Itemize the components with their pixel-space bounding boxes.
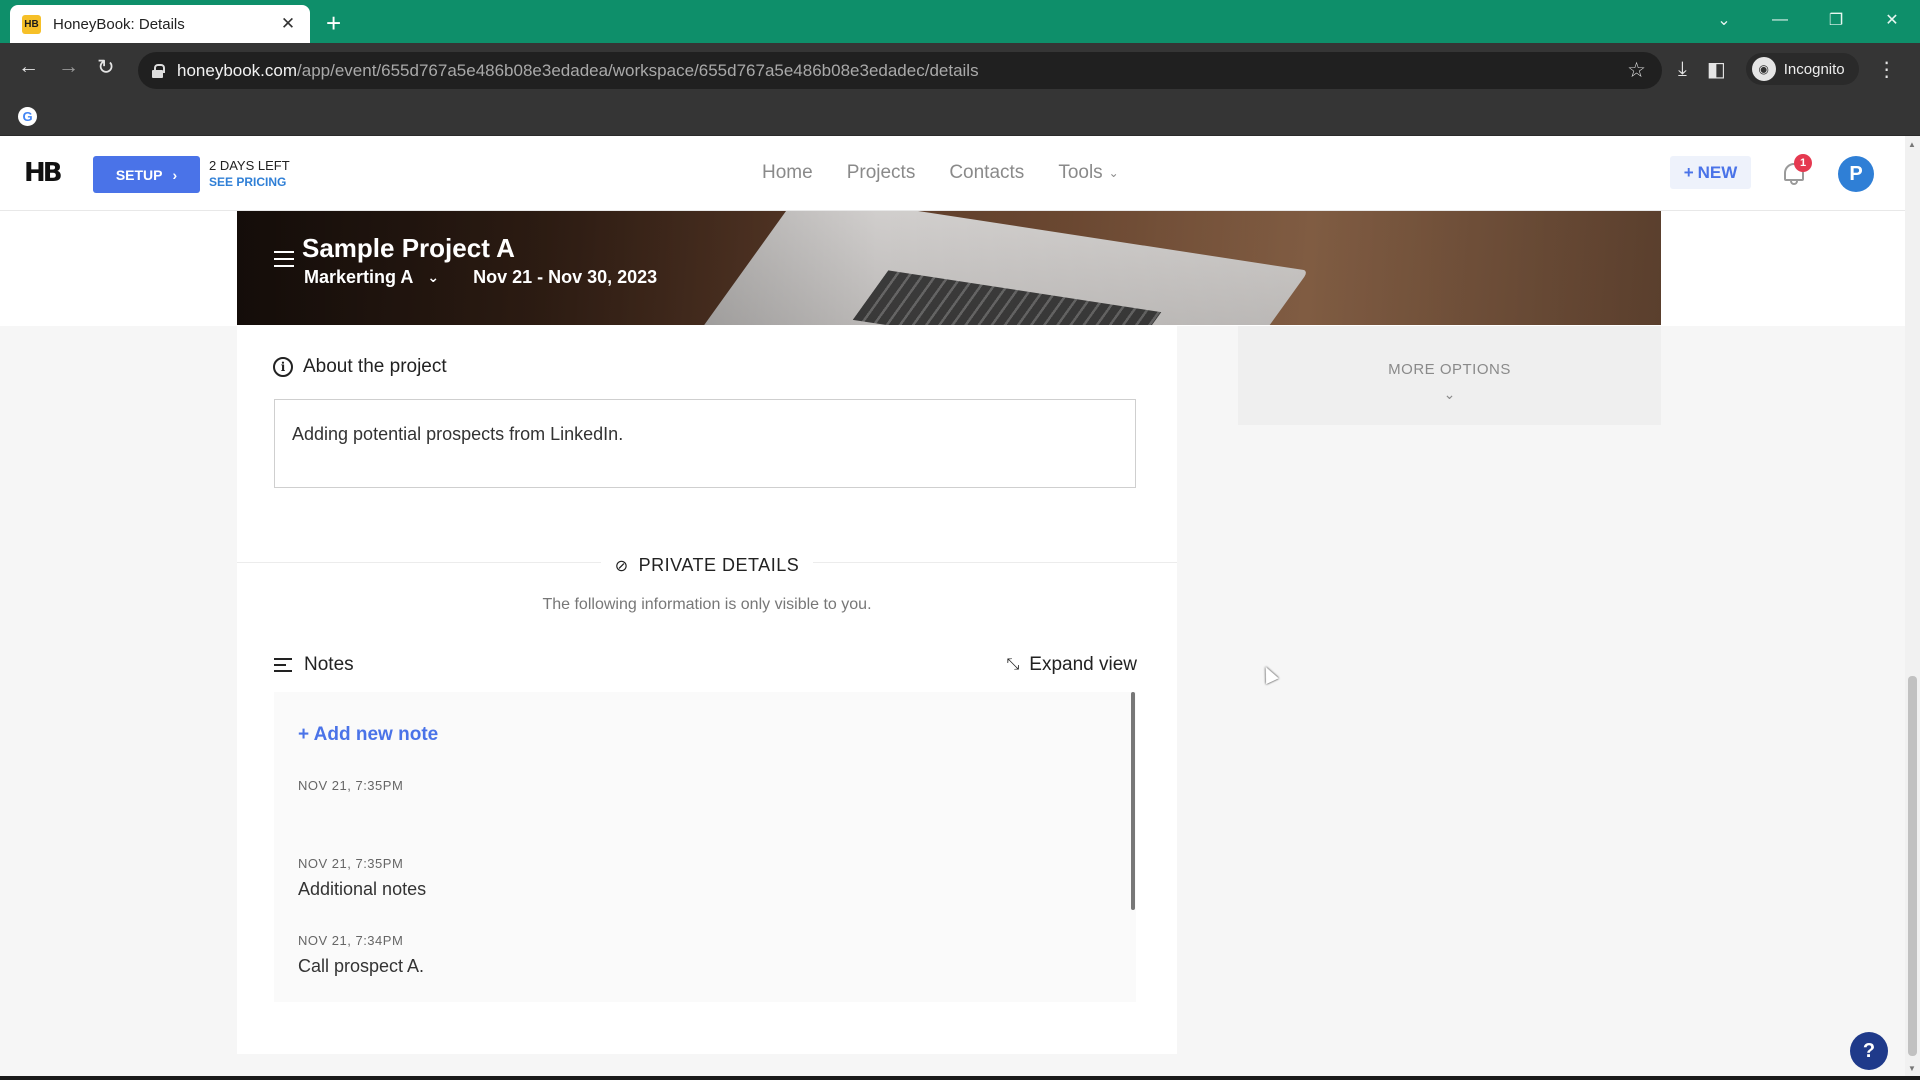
project-dates[interactable]: Nov 21 - Nov 30, 2023 bbox=[473, 267, 657, 288]
restore-icon[interactable]: ❐ bbox=[1808, 10, 1864, 30]
expand-view-label: Expand view bbox=[1029, 654, 1137, 675]
chevron-down-icon: ⌄ bbox=[1443, 386, 1456, 402]
private-details-heading: ⊘ PRIVATE DETAILS bbox=[237, 555, 1177, 576]
chevron-right-icon: › bbox=[172, 166, 178, 183]
trial-info: 2 DAYS LEFT SEE PRICING bbox=[209, 158, 290, 190]
url-text: honeybook.com/app/event/655d767a5e486b08… bbox=[177, 60, 979, 80]
bookmark-star-icon[interactable]: ☆ bbox=[1627, 58, 1646, 83]
notification-badge: 1 bbox=[1794, 154, 1812, 172]
new-button[interactable]: + NEW bbox=[1670, 156, 1751, 189]
notes-scrollbar[interactable] bbox=[1131, 692, 1135, 910]
forward-icon[interactable]: → bbox=[58, 55, 79, 79]
app-header: HB SETUP › 2 DAYS LEFT SEE PRICING Home … bbox=[0, 136, 1905, 211]
setup-label: SETUP bbox=[115, 166, 163, 183]
more-options-label: MORE OPTIONS bbox=[1388, 361, 1511, 378]
main-nav: Home Projects Contacts Tools ⌄ bbox=[762, 162, 1119, 184]
new-tab-icon[interactable]: + bbox=[326, 8, 341, 39]
trial-days-left: 2 DAYS LEFT bbox=[209, 158, 290, 173]
google-bookmark-icon[interactable]: G bbox=[18, 107, 37, 126]
browser-tab[interactable]: HB HoneyBook: Details ✕ bbox=[10, 5, 310, 43]
expand-view-button[interactable]: ⤡ Expand view bbox=[1006, 654, 1137, 676]
lock-icon[interactable] bbox=[152, 63, 165, 78]
setup-button[interactable]: SETUP › bbox=[93, 156, 200, 193]
page-scrollbar-thumb[interactable] bbox=[1908, 676, 1917, 1056]
download-icon[interactable]: ⤓ bbox=[1678, 58, 1687, 81]
side-panel-icon[interactable]: ◧ bbox=[1707, 57, 1726, 82]
nav-tools[interactable]: Tools ⌄ bbox=[1058, 162, 1118, 184]
incognito-chip[interactable]: ◉ Incognito bbox=[1745, 53, 1859, 85]
honeybook-favicon-icon: HB bbox=[22, 14, 41, 34]
notes-list[interactable]: + Add new note NOV 21, 7:35PM NOV 21, 7:… bbox=[274, 692, 1136, 1002]
scroll-up-arrow-icon[interactable]: ▲ bbox=[1908, 140, 1916, 149]
nav-tools-label: Tools bbox=[1058, 162, 1103, 183]
expand-icon: ⤡ bbox=[1006, 656, 1020, 673]
scroll-down-arrow-icon[interactable]: ▼ bbox=[1908, 1064, 1916, 1073]
url-omnibox[interactable]: honeybook.com/app/event/655d767a5e486b08… bbox=[138, 52, 1662, 89]
add-new-note-button[interactable]: + Add new note bbox=[298, 724, 438, 746]
taskbar-edge bbox=[0, 1076, 1920, 1080]
mouse-cursor-icon bbox=[1259, 663, 1279, 685]
new-label: NEW bbox=[1697, 162, 1738, 182]
notes-heading: Notes bbox=[274, 654, 354, 676]
notes-lines-icon bbox=[274, 658, 292, 672]
close-window-icon[interactable]: ✕ bbox=[1864, 10, 1920, 30]
see-pricing-link[interactable]: SEE PRICING bbox=[209, 174, 290, 190]
about-heading-label: About the project bbox=[303, 356, 447, 377]
user-avatar[interactable]: P bbox=[1838, 156, 1874, 192]
project-banner: Sample Project A Markerting A ⌄ Nov 21 -… bbox=[237, 211, 1661, 325]
more-options-button[interactable]: MORE OPTIONS ⌄ bbox=[1238, 326, 1661, 425]
page-scrollbar[interactable]: ▲ ▼ bbox=[1905, 136, 1920, 1080]
bookmarks-bar: G bbox=[0, 97, 1920, 136]
eye-slash-icon: ⊘ bbox=[614, 557, 629, 575]
honeybook-logo[interactable]: HB bbox=[24, 158, 63, 188]
note-text[interactable]: Call prospect A. bbox=[298, 956, 424, 977]
project-details-card: i About the project Adding potential pro… bbox=[237, 326, 1177, 1054]
plus-icon: + bbox=[1683, 162, 1694, 182]
back-icon[interactable]: ← bbox=[18, 55, 39, 79]
about-heading: i About the project bbox=[273, 356, 447, 378]
note-date: NOV 21, 7:34PM bbox=[298, 933, 404, 948]
chevron-down-icon: ⌄ bbox=[1108, 166, 1119, 180]
nav-contacts[interactable]: Contacts bbox=[949, 162, 1024, 184]
note-date: NOV 21, 7:35PM bbox=[298, 856, 404, 871]
project-meta: Markerting A ⌄ Nov 21 - Nov 30, 2023 bbox=[304, 267, 657, 288]
pipeline-name[interactable]: Markerting A bbox=[304, 267, 413, 288]
nav-home[interactable]: Home bbox=[762, 162, 813, 184]
reload-icon[interactable]: ↻ bbox=[97, 55, 115, 80]
private-details-subtext: The following information is only visibl… bbox=[542, 596, 872, 613]
tab-title: HoneyBook: Details bbox=[53, 15, 185, 33]
window-controls: ⌄ — ❐ ✕ bbox=[1696, 0, 1920, 40]
pipeline-chevron-down-icon[interactable]: ⌄ bbox=[427, 269, 439, 286]
address-bar-row: ← → ↻ honeybook.com/app/event/655d767a5e… bbox=[0, 43, 1920, 97]
private-details-label: PRIVATE DETAILS bbox=[638, 555, 800, 575]
nav-projects[interactable]: Projects bbox=[847, 162, 916, 184]
note-date: NOV 21, 7:35PM bbox=[298, 778, 404, 793]
tab-search-chevron-icon[interactable]: ⌄ bbox=[1696, 10, 1752, 30]
browser-tab-strip: HB HoneyBook: Details ✕ + ⌄ — ❐ ✕ bbox=[0, 0, 1920, 43]
incognito-label: Incognito bbox=[1783, 60, 1845, 78]
help-button[interactable]: ? bbox=[1850, 1032, 1888, 1070]
hamburger-menu-icon[interactable] bbox=[274, 251, 294, 267]
incognito-icon: ◉ bbox=[1751, 57, 1776, 81]
info-icon: i bbox=[273, 357, 293, 377]
about-project-field[interactable]: Adding potential prospects from LinkedIn… bbox=[274, 399, 1136, 488]
browser-toolbar-right: ⤓ ◧ ◉ Incognito ⋮ bbox=[1678, 53, 1897, 85]
note-text[interactable]: Additional notes bbox=[298, 879, 426, 900]
project-title: Sample Project A bbox=[302, 233, 515, 263]
minimize-icon[interactable]: — bbox=[1752, 11, 1808, 29]
notes-heading-label: Notes bbox=[304, 654, 354, 675]
close-tab-icon[interactable]: ✕ bbox=[278, 14, 298, 34]
browser-menu-icon[interactable]: ⋮ bbox=[1877, 57, 1897, 82]
